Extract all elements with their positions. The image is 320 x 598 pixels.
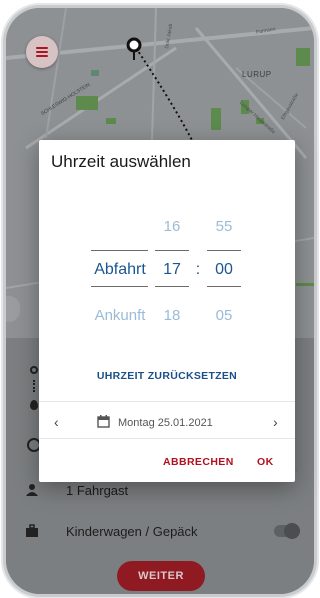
weiter-button[interactable]: WEITER — [117, 561, 205, 591]
mode-other[interactable]: Ankunft — [89, 307, 151, 324]
luggage-toggle[interactable] — [274, 523, 300, 539]
minute-selection-top-line — [207, 250, 241, 251]
reset-time-button[interactable]: UHRZEIT ZURÜCKSETZEN — [39, 370, 295, 382]
luggage-row[interactable]: Kinderwagen / Gepäck — [24, 523, 314, 539]
hamburger-icon-line-2 — [36, 51, 48, 53]
previous-day-button[interactable]: ‹ — [54, 414, 59, 430]
hour-prev[interactable]: 16 — [159, 218, 185, 235]
hour-selection-bottom-line — [155, 286, 189, 287]
hamburger-icon-line-1 — [36, 47, 48, 49]
minute-current[interactable]: 00 — [211, 261, 237, 279]
luggage-icon — [24, 523, 40, 539]
minute-next[interactable]: 05 — [211, 307, 237, 324]
cancel-button[interactable]: ABBRECHEN — [163, 456, 234, 468]
divider-top — [39, 401, 295, 402]
date-selector: ‹ Montag 25.01.2021 › — [39, 408, 295, 438]
calendar-icon — [97, 415, 110, 433]
luggage-label: Kinderwagen / Gepäck — [66, 523, 198, 539]
origin-icon — [30, 366, 38, 374]
destination-pin-icon — [30, 400, 38, 410]
time-picker-dialog: Uhrzeit auswählen 16 55 Abfahrt 17 : 00 … — [39, 140, 295, 482]
hour-next[interactable]: 18 — [159, 307, 185, 324]
map-label-lurup: LURUP — [242, 70, 272, 79]
mode-current[interactable]: Abfahrt — [89, 261, 151, 279]
ok-button[interactable]: OK — [257, 456, 274, 468]
menu-button[interactable] — [26, 36, 58, 68]
hour-current[interactable]: 17 — [159, 261, 185, 279]
passengers-label: 1 Fahrgast — [66, 482, 129, 498]
next-day-button[interactable]: › — [273, 414, 278, 430]
passengers-row[interactable]: 1 Fahrgast — [24, 482, 128, 498]
time-separator: : — [195, 261, 201, 278]
mode-selection-bottom-line — [91, 286, 148, 287]
divider-bottom — [39, 438, 295, 439]
hour-selection-top-line — [155, 250, 189, 251]
minute-prev[interactable]: 55 — [211, 218, 237, 235]
hamburger-icon-line-3 — [36, 55, 48, 57]
date-label[interactable]: Montag 25.01.2021 — [118, 417, 213, 429]
route-dots-icon — [33, 380, 35, 392]
dialog-title: Uhrzeit auswählen — [51, 152, 191, 171]
minute-selection-bottom-line — [207, 286, 241, 287]
person-icon — [24, 482, 40, 498]
mode-selection-top-line — [91, 250, 148, 251]
